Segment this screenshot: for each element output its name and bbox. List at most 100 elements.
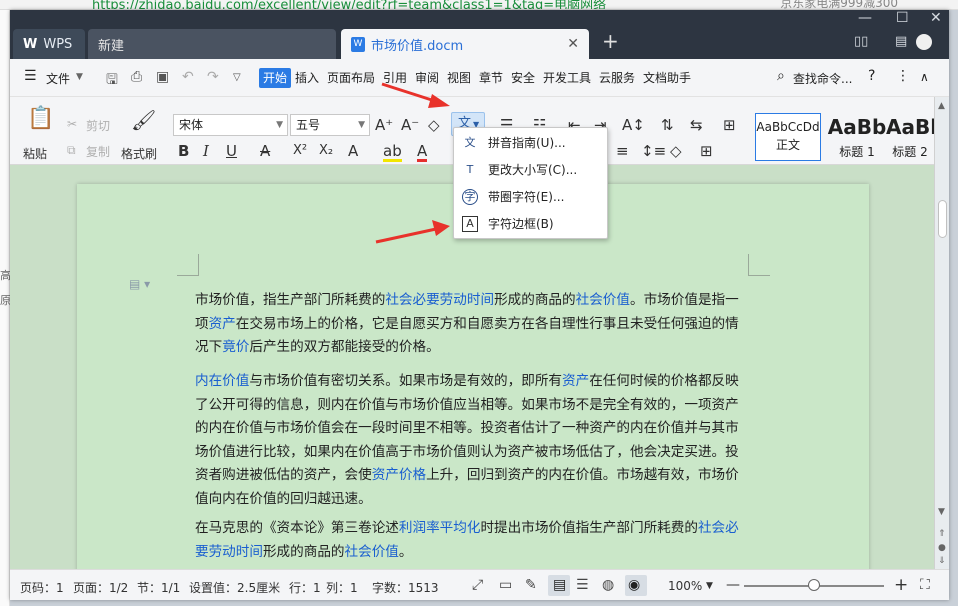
avatar[interactable] — [916, 34, 932, 50]
hyperlink[interactable]: 社会必要劳动时间 — [385, 292, 494, 308]
fit-page-icon[interactable]: ⛶ — [920, 577, 930, 593]
menu-item-change-case[interactable]: T 更改大小写(C)... — [454, 157, 607, 183]
superscript-button[interactable]: X² — [293, 143, 307, 159]
shading-icon[interactable]: ◇ — [670, 143, 682, 159]
hamburger-icon[interactable]: ☰ — [24, 68, 37, 84]
tab-review[interactable]: 审阅 — [415, 68, 439, 88]
tab-chapter[interactable]: 章节 — [479, 68, 503, 88]
close-tab-icon[interactable]: ✕ — [567, 36, 579, 52]
tab-home[interactable]: 开始 — [259, 68, 292, 88]
reading-mode-icon[interactable]: ▭ — [499, 577, 512, 593]
paste-icon[interactable]: 📋 — [27, 107, 54, 131]
tab-security[interactable]: 安全 — [511, 68, 535, 88]
document-page[interactable]: ▤ ▾ 市场价值，指生产部门所耗费的社会必要劳动时间形成的商品的社会价值。市场价… — [77, 184, 869, 584]
redo-icon[interactable]: ↷ — [207, 69, 219, 85]
hyperlink[interactable]: 资产 — [562, 373, 589, 389]
web-view-icon[interactable]: ◍ — [602, 577, 614, 593]
subscript-button[interactable]: X₂ — [319, 143, 333, 159]
edit-mode-icon[interactable]: ✎ — [525, 577, 537, 593]
word-count[interactable]: 字数：1513 — [372, 579, 439, 596]
section-count[interactable]: 节：1/1 — [137, 579, 180, 596]
browse-object-icon[interactable]: ● — [938, 543, 946, 553]
vertical-scrollbar[interactable]: ▲ ▼ ⇑ ● ⇓ — [934, 97, 949, 569]
grow-font-icon[interactable]: A⁺ — [375, 117, 393, 133]
fullscreen-icon[interactable]: ⤢ — [472, 577, 483, 593]
page-number[interactable]: 页码：1 — [20, 579, 64, 596]
more-icon[interactable]: ⋮ — [896, 68, 910, 84]
font-size-select[interactable]: 五号 ▼ — [290, 114, 370, 136]
tab-doc-assistant[interactable]: 文档助手 — [643, 68, 691, 88]
menu-item-char-border[interactable]: A 字符边框(B) — [454, 211, 607, 237]
skin-icon[interactable]: ▤ — [895, 34, 907, 49]
paste-button[interactable]: 粘贴 — [23, 145, 47, 162]
customize-icon[interactable]: ▽ — [233, 72, 241, 83]
font-color-icon[interactable]: A — [417, 143, 428, 162]
page-count[interactable]: 页面：1/2 — [73, 579, 128, 596]
shrink-font-icon[interactable]: A⁻ — [401, 117, 419, 133]
zoom-slider-handle[interactable] — [808, 579, 820, 591]
bold-button[interactable]: B — [178, 143, 189, 159]
close-window-button[interactable]: ✕ — [930, 10, 942, 26]
font-name-select[interactable]: 宋体 ▼ — [173, 114, 288, 136]
undo-icon[interactable]: ↶ — [182, 69, 194, 85]
tab-cloud[interactable]: 云服务 — [599, 68, 635, 88]
zoom-in-button[interactable]: + — [894, 575, 908, 595]
file-menu[interactable]: 文件 — [46, 70, 70, 87]
scroll-up-icon[interactable]: ▲ — [938, 101, 945, 111]
highlight-icon[interactable]: ab — [383, 143, 402, 162]
hyperlink[interactable]: 社会价值 — [576, 292, 630, 308]
tab-view[interactable]: 视图 — [447, 68, 471, 88]
print-icon[interactable]: ⎙ — [131, 69, 142, 85]
table-icon[interactable]: ⊞ — [723, 117, 736, 133]
print-preview-icon[interactable]: ▣ — [156, 69, 169, 85]
show-marks-icon[interactable]: ⇆ — [690, 117, 703, 133]
format-painter-button[interactable]: 格式刷 — [121, 145, 157, 162]
line-spacing-icon[interactable]: ↕≡ — [641, 143, 666, 159]
help-icon[interactable]: ? — [868, 68, 875, 84]
minimize-button[interactable]: — — [858, 10, 872, 26]
menu-item-circled-char[interactable]: 字 带圈字符(E)... — [454, 184, 607, 210]
style-heading-1[interactable]: AaBb 标题 1 — [824, 113, 890, 161]
collapse-ribbon-icon[interactable]: ∧ — [920, 70, 929, 84]
zoom-out-button[interactable]: — — [726, 577, 740, 593]
tab-insert[interactable]: 插入 — [295, 68, 319, 88]
add-tab-button[interactable]: + — [602, 31, 619, 51]
strikethrough-button[interactable]: A — [260, 143, 270, 159]
text-effect-icon[interactable]: A — [348, 143, 358, 159]
italic-button[interactable]: I — [203, 143, 209, 159]
copy-icon[interactable]: ⧉ — [67, 143, 76, 158]
hyperlink[interactable]: 竟价 — [222, 339, 249, 355]
paragraph-2[interactable]: 内在价值与市场价值有密切关系。如果市场是有效的，即所有资产在任何时候的价格都反映… — [195, 370, 751, 511]
chevron-down-icon[interactable]: ▼ — [706, 581, 713, 591]
search-command[interactable]: 查找命令... — [793, 70, 852, 87]
clear-format-icon[interactable]: ◇ — [428, 117, 440, 133]
tab-document[interactable]: W 市场价值.docm ✕ — [341, 29, 589, 59]
tab-references[interactable]: 引用 — [383, 68, 407, 88]
save-icon[interactable]: 🖫 — [106, 69, 118, 93]
cut-button[interactable]: 剪切 — [86, 117, 110, 134]
format-painter-icon[interactable]: 🖌 — [131, 109, 156, 131]
copy-button[interactable]: 复制 — [86, 143, 110, 160]
sort-icon[interactable]: ⇅ — [661, 117, 674, 133]
paragraph-handle-icon[interactable]: ▤ ▾ — [129, 277, 150, 291]
hyperlink[interactable]: 资产 — [209, 316, 236, 332]
tab-new[interactable]: 新建 — [88, 29, 336, 59]
hyperlink[interactable]: 内在价值 — [195, 373, 249, 389]
layout-icon[interactable]: ▯▯ — [854, 34, 868, 49]
menu-item-phonetic-guide[interactable]: 文 拼音指南(U)... — [454, 130, 607, 156]
align-distribute-icon[interactable]: ≡ — [616, 143, 629, 159]
hyperlink[interactable]: 资产价格 — [372, 467, 426, 483]
style-heading-2[interactable]: AaBl 标题 2 — [886, 113, 934, 161]
setting-value[interactable]: 设置值：2.5厘米 — [189, 579, 280, 596]
scissors-icon[interactable]: ✂ — [67, 117, 77, 131]
maximize-button[interactable]: ☐ — [896, 10, 909, 26]
paragraph-1[interactable]: 市场价值，指生产部门所耗费的社会必要劳动时间形成的商品的社会价值。市场价值是指一… — [195, 289, 751, 360]
hyperlink[interactable]: 利润率平均化 — [399, 520, 481, 536]
search-icon[interactable]: ⌕ — [777, 68, 785, 84]
underline-button[interactable]: U — [226, 143, 237, 159]
zoom-level[interactable]: 100% — [668, 579, 702, 593]
tab-page-layout[interactable]: 页面布局 — [327, 68, 375, 88]
tab-developer[interactable]: 开发工具 — [543, 68, 591, 88]
chevron-down-icon[interactable]: ▼ — [76, 72, 83, 82]
paragraph-3[interactable]: 在马克思的《资本论》第三卷论述利润率平均化时提出市场价值指生产部门所耗费的社会必… — [195, 517, 751, 564]
